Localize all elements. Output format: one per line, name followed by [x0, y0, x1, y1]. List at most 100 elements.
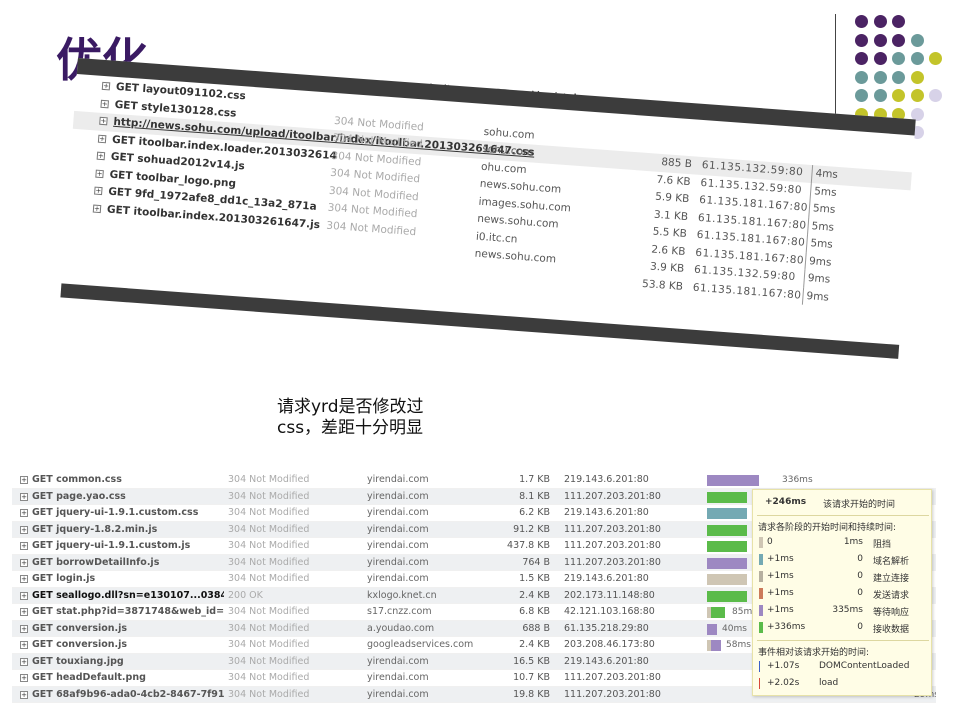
expand-icon[interactable]: +: [20, 558, 28, 567]
event-label: load: [819, 678, 839, 688]
expand-icon[interactable]: +: [95, 169, 104, 178]
tooltip-start-label: 该请求开始的时间: [823, 500, 896, 510]
waterfall-bar[interactable]: [707, 491, 747, 503]
waterfall-bar[interactable]: [707, 623, 717, 635]
request-size: 8.1 KB: [519, 490, 550, 502]
expand-icon[interactable]: +: [99, 116, 108, 126]
request-size: 437.8 KB: [507, 540, 550, 551]
request-size: 10.7 KB: [513, 672, 550, 683]
expand-icon[interactable]: +: [20, 509, 28, 517]
waterfall-bar[interactable]: [707, 475, 759, 486]
decorative-dot: [855, 52, 868, 65]
caption-yrd-line1: 请求yrd是否修改过: [277, 397, 424, 417]
request-time: 9ms: [804, 252, 833, 272]
request-url[interactable]: GET login.js: [32, 571, 224, 588]
request-url[interactable]: GET borrowDetailInfo.js: [32, 555, 224, 572]
expand-icon[interactable]: +: [20, 624, 28, 633]
phase-label: 域名解析: [873, 557, 910, 567]
caption-yrd: 请求yrd是否修改过 css，差距十分明显: [277, 397, 424, 439]
expand-icon[interactable]: +: [20, 641, 28, 649]
request-remote-ip: 111.207.203.201:80: [564, 556, 661, 568]
request-size: 6.2 KB: [519, 507, 550, 518]
request-url[interactable]: GET conversion.js: [32, 637, 224, 654]
request-size: 6.8 KB: [519, 606, 550, 617]
request-remote-ip: 219.143.6.201:80: [564, 474, 649, 485]
request-domain: yirendai.com: [367, 556, 429, 568]
request-time: 5ms: [808, 199, 836, 220]
waterfall-duration: 336ms: [782, 475, 813, 485]
expand-icon[interactable]: +: [20, 525, 28, 534]
request-status: 304 Not Modified: [228, 523, 310, 535]
waterfall-bar[interactable]: [707, 590, 747, 602]
request-url[interactable]: GET jquery-1.8.2.min.js: [32, 522, 224, 539]
expand-icon[interactable]: +: [20, 657, 28, 666]
request-domain: yirendai.com: [367, 523, 429, 535]
request-url[interactable]: GET conversion.js: [32, 621, 224, 638]
caption-yrd-line2: css，差距十分明显: [277, 418, 424, 438]
expand-icon[interactable]: +: [20, 476, 28, 484]
phase-start: +1ms: [767, 554, 794, 564]
expand-icon[interactable]: +: [101, 81, 111, 91]
request-url[interactable]: GET jquery-ui-1.9.1.custom.css: [32, 505, 224, 522]
request-status: 200 OK: [228, 589, 263, 601]
request-url[interactable]: GET headDefault.png: [32, 670, 224, 687]
event-color-marker: [759, 678, 760, 689]
decorative-dot: [929, 52, 942, 65]
waterfall-bar[interactable]: [707, 508, 747, 519]
request-remote-ip: 111.207.203.201:80: [564, 672, 661, 683]
request-domain: a.youdao.com: [367, 622, 435, 634]
expand-icon[interactable]: +: [20, 608, 28, 616]
request-size: 91.2 KB: [513, 523, 550, 535]
waterfall-bar[interactable]: [707, 574, 747, 585]
expand-icon[interactable]: +: [20, 591, 28, 600]
phase-label: 发送请求: [873, 591, 910, 601]
expand-icon[interactable]: +: [92, 204, 102, 213]
request-remote-ip: 219.143.6.201:80: [564, 573, 649, 584]
phase-duration: 335ms: [832, 605, 863, 615]
request-domain: yirendai.com: [367, 507, 429, 518]
waterfall-bar[interactable]: [711, 607, 725, 618]
request-size: 2.4 KB: [519, 589, 550, 601]
request-size: 53.8 KB: [641, 277, 684, 293]
waterfall-duration: 85m: [732, 607, 753, 617]
waterfall-bar[interactable]: [707, 524, 747, 536]
request-size: 764 B: [522, 556, 550, 568]
expand-icon[interactable]: +: [20, 542, 28, 550]
request-url[interactable]: GET common.css: [32, 472, 224, 489]
request-url[interactable]: GET jquery-ui-1.9.1.custom.js: [32, 538, 224, 555]
expand-icon[interactable]: +: [20, 674, 28, 682]
request-remote-ip: 111.207.203.201:80: [564, 490, 661, 502]
request-url[interactable]: GET stat.php?id=3871748&web_id=3: [32, 604, 224, 621]
phase-start: 0: [767, 537, 773, 547]
waterfall-bar[interactable]: [707, 557, 747, 569]
expand-icon[interactable]: +: [20, 575, 28, 583]
request-url[interactable]: GET seallogo.dll?sn=e130107...03844: [32, 588, 224, 605]
request-domain: yirendai.com: [367, 655, 429, 667]
expand-icon[interactable]: +: [100, 99, 110, 108]
request-time: 5ms: [807, 217, 835, 237]
request-url[interactable]: GET touxiang.jpg: [32, 654, 224, 671]
decorative-dot: [855, 70, 868, 84]
tooltip-divider: [757, 515, 929, 516]
waterfall-bar[interactable]: [707, 541, 747, 552]
decorative-dot: [873, 70, 887, 84]
phase-duration: 0: [857, 622, 863, 632]
request-remote-ip: 111.207.203.201:80: [564, 523, 661, 535]
phase-duration: 1ms: [843, 537, 863, 547]
expand-icon[interactable]: +: [20, 690, 28, 699]
expand-icon[interactable]: +: [96, 151, 106, 161]
request-size: 1.7 KB: [519, 474, 550, 485]
tooltip-phase-header: 请求各阶段的开始时间和持续时间:: [758, 523, 897, 533]
request-url[interactable]: GET 68af9b96-ada0-4cb2-8467-7f91: [32, 687, 224, 704]
request-remote-ip: 111.207.203.201:80: [564, 540, 661, 551]
request-url[interactable]: GET page.yao.css: [32, 489, 224, 506]
waterfall-bar[interactable]: [711, 640, 721, 651]
expand-icon[interactable]: +: [94, 186, 103, 196]
expand-icon[interactable]: +: [20, 492, 28, 501]
request-time: 9ms: [801, 287, 830, 307]
request-remote-ip: 202.173.11.148:80: [564, 589, 655, 601]
yrd-request-row[interactable]: + GET common.css 304 Not Modified yirendai.…: [12, 472, 936, 489]
expand-icon[interactable]: +: [97, 134, 107, 143]
request-remote-ip: 111.207.203.201:80: [564, 688, 661, 700]
request-status: 304 Not Modified: [228, 655, 310, 667]
